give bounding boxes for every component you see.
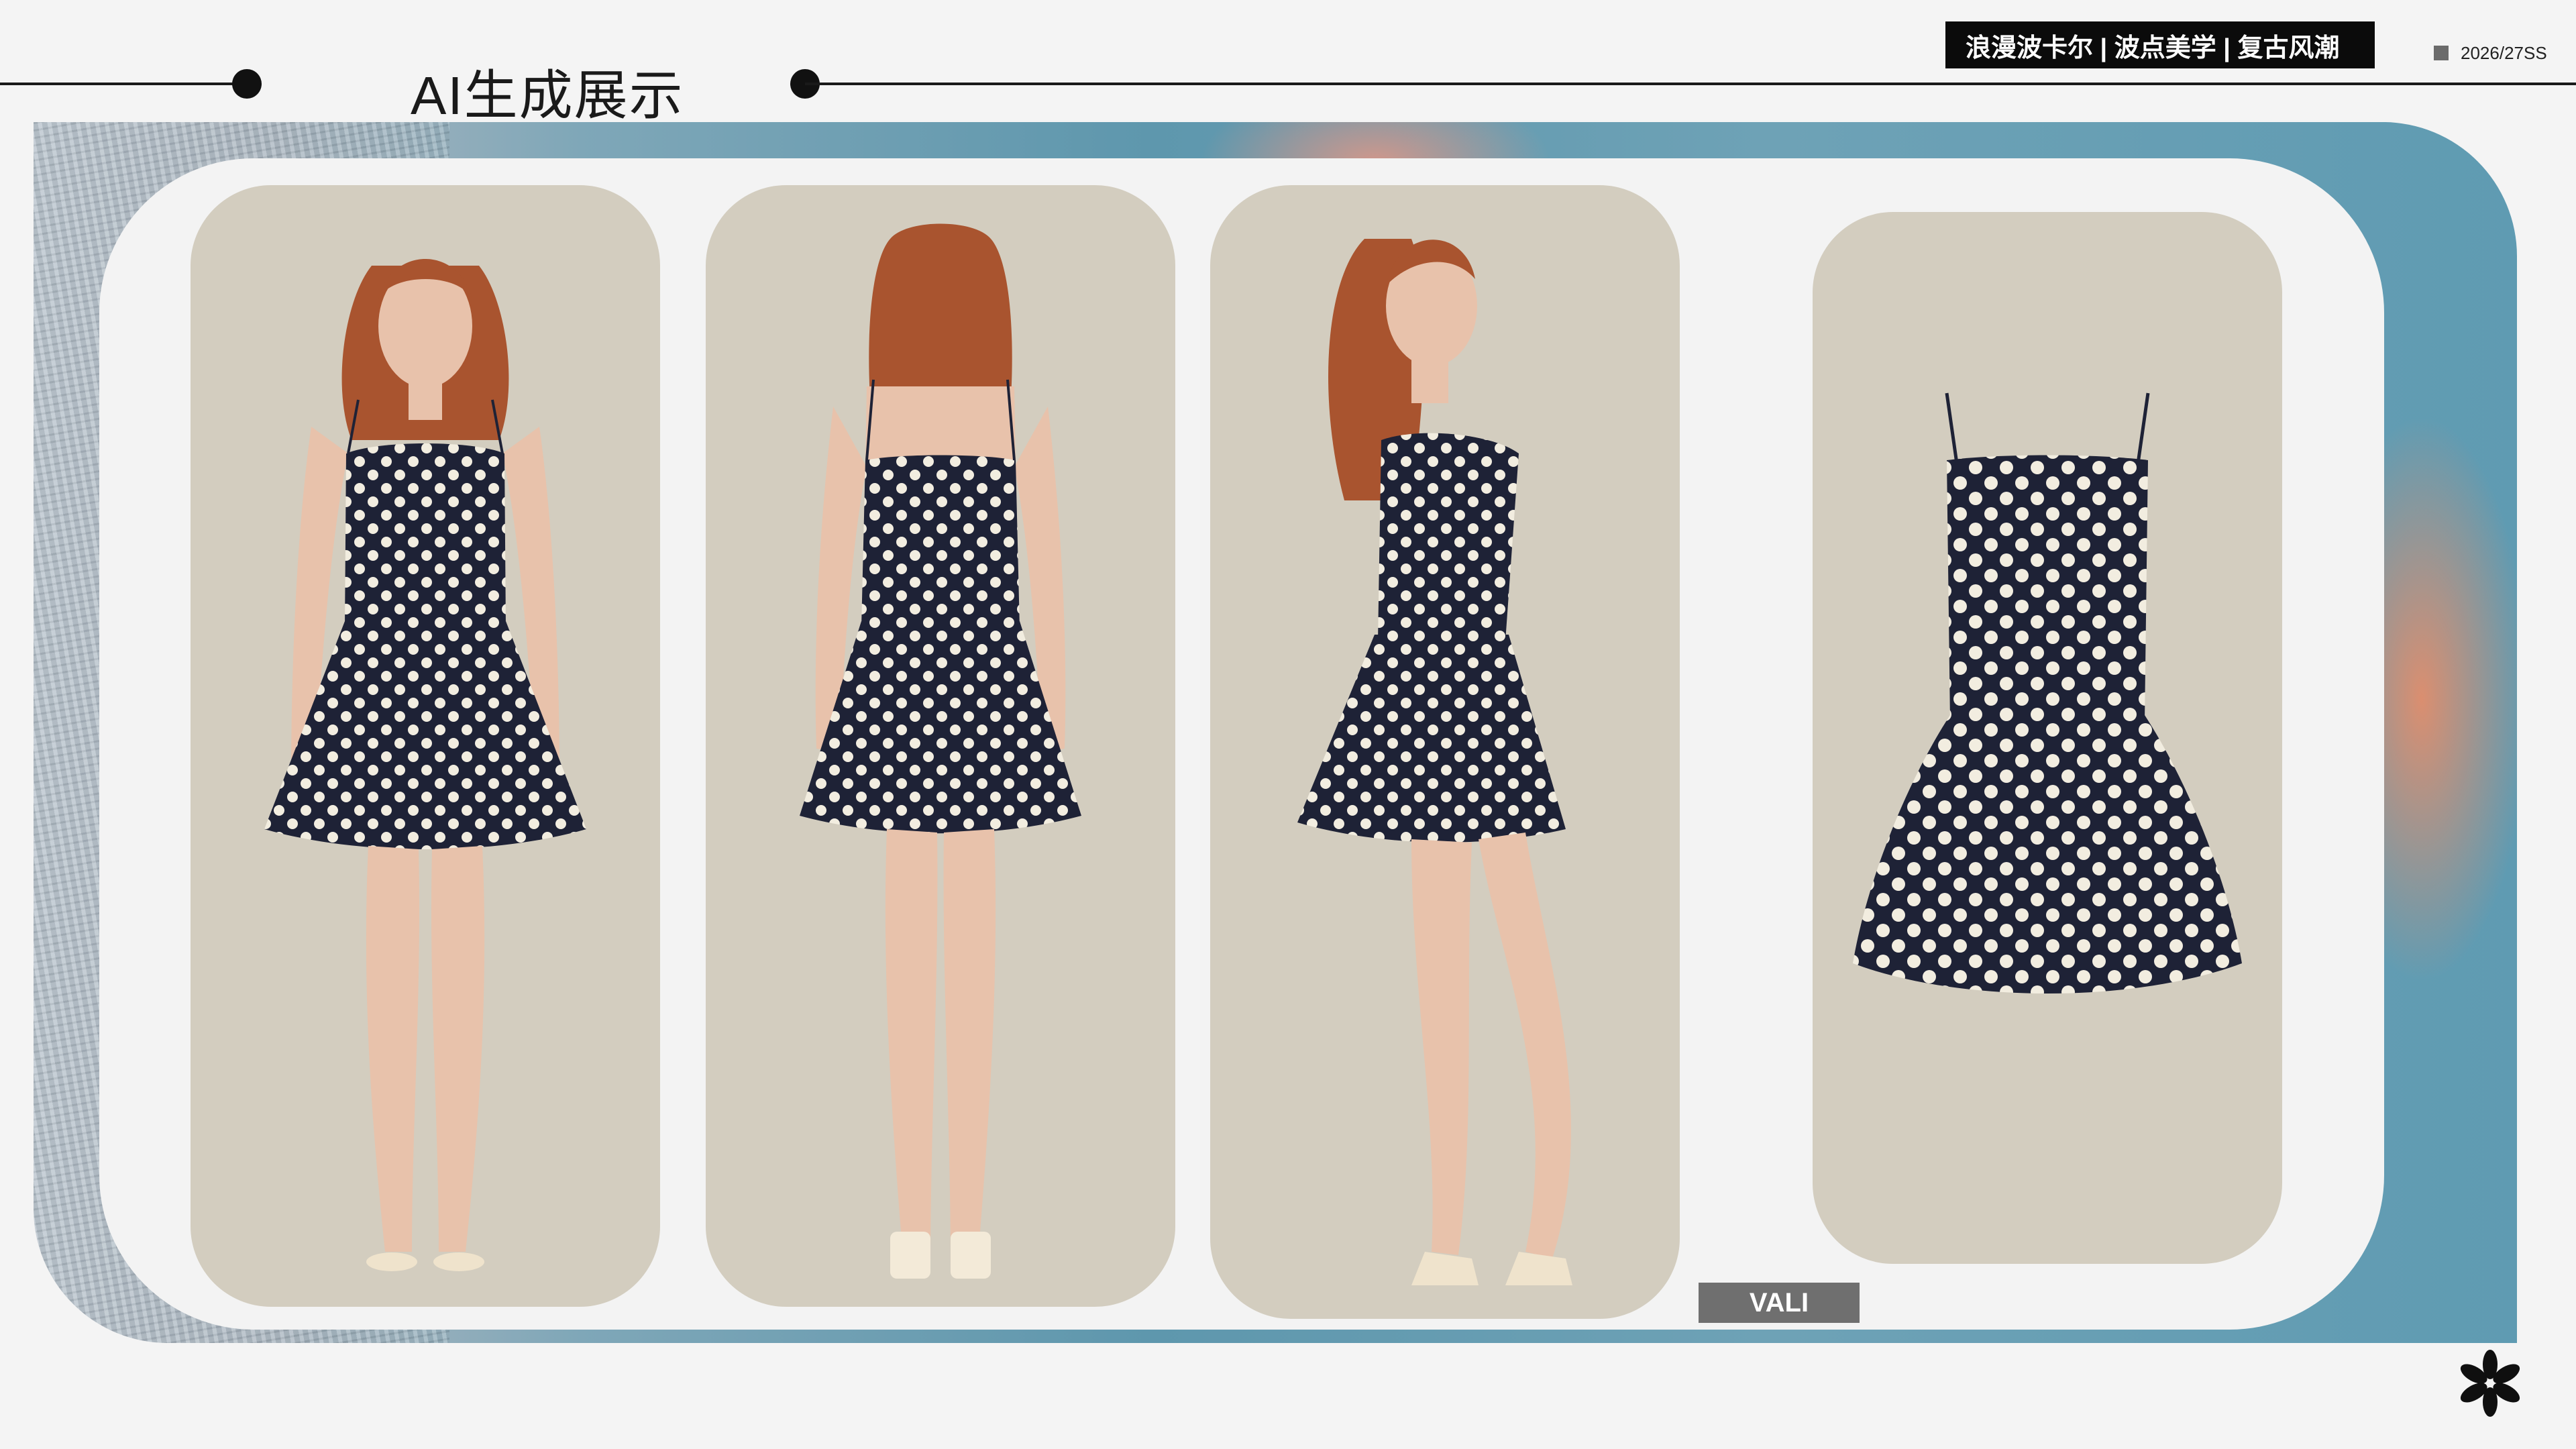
image-card-back[interactable]	[706, 185, 1175, 1307]
model-front-illustration	[264, 259, 586, 1271]
dress-flatlay-illustration	[1853, 392, 2242, 994]
page-title: AI生成展示	[411, 66, 684, 125]
footer-band	[0, 1343, 2576, 1449]
season-marker	[2434, 46, 2449, 60]
brand-logo-icon	[2460, 1350, 2520, 1417]
image-card-front[interactable]	[191, 185, 660, 1307]
header-dot-left	[232, 69, 262, 99]
image-card-flatlay[interactable]	[1813, 212, 2282, 1264]
image-card-side[interactable]	[1210, 185, 1680, 1319]
tagline-bar: 浪漫波卡尔 | 波点美学 | 复古风潮	[1945, 21, 2375, 68]
tagline-text: 浪漫波卡尔 | 波点美学 | 复古风潮	[1966, 34, 2340, 62]
header-rule-right	[805, 83, 2576, 85]
vali-badge: VALI	[1699, 1283, 1860, 1323]
header-rule-left	[0, 83, 247, 85]
model-back-illustration	[800, 223, 1081, 1279]
model-side-illustration	[1297, 239, 1572, 1285]
season-label: 2026/27SS	[2461, 43, 2547, 63]
